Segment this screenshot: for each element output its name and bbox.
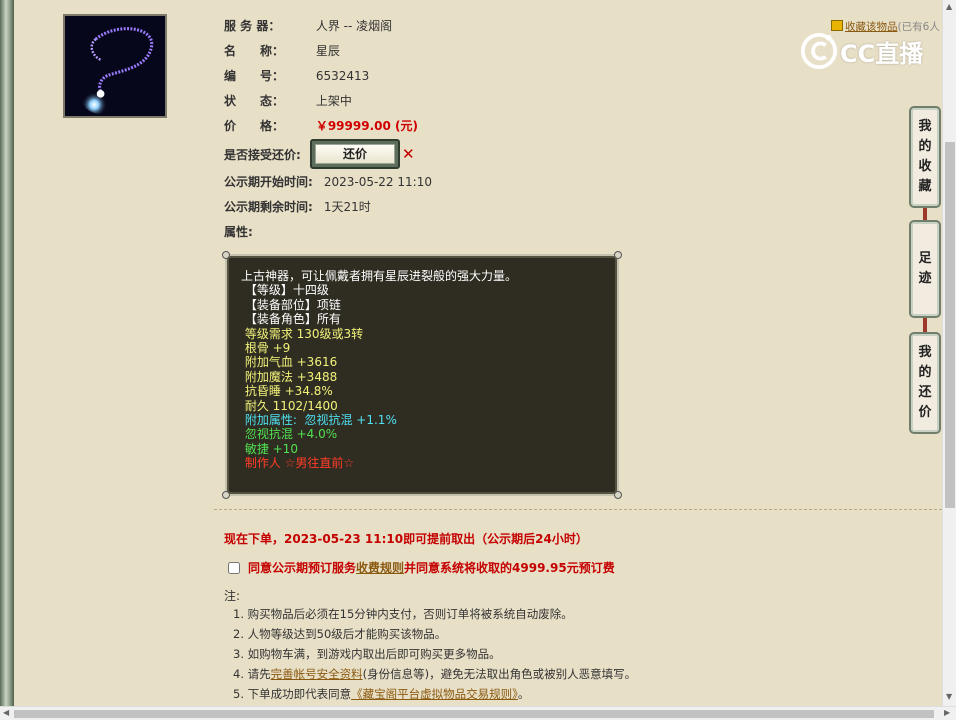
attribute-line: 附加魔法 +3488 — [241, 369, 338, 384]
trading-rules-link[interactable]: 《藏宝阁平台虚拟物品交易规则》 — [351, 687, 518, 701]
counter-label: 是否接受还价: — [224, 148, 301, 162]
item-image — [63, 14, 167, 118]
favorite-icon — [831, 20, 843, 31]
item-detail-page: 服 务 器： 人界 -- 凌烟阁 名 称： 星辰 编 号： 6532413 状 … — [14, 0, 942, 706]
id-value: 6532413 — [315, 69, 370, 83]
notes-title: 注: — [224, 589, 241, 603]
vertical-scroll-thumb[interactable] — [945, 142, 955, 508]
panel-corner — [222, 491, 230, 499]
note-text: (身份信息等)，避免无法取出角色或被别人恶意填写。 — [362, 667, 637, 681]
order-notice: 现在下单，2023-05-23 11:10即可提前取出（公示期后24小时） — [224, 532, 588, 546]
attribute-line: 上古神器，可让佩戴者拥有星辰进裂般的强大力量。 — [241, 269, 518, 283]
side-tab-footprints[interactable]: 足 迹 — [909, 220, 941, 318]
note-text: 。 — [517, 687, 530, 701]
panel-corner — [614, 251, 622, 259]
counter-offer-button[interactable]: 还价 — [310, 139, 400, 169]
attribute-line: 附加气血 +3616 — [241, 355, 338, 370]
side-tab-my-counteroffers[interactable]: 我 的 还 价 — [909, 332, 941, 434]
fee-rules-link[interactable]: 收费规则 — [356, 559, 404, 576]
server-value: 人界 -- 凌烟阁 — [315, 19, 393, 33]
server-row: 服 务 器： 人界 -- 凌烟阁 — [224, 17, 392, 35]
account-security-link[interactable]: 完善帐号安全资料 — [271, 667, 363, 681]
counter-offer-button-label: 还价 — [315, 144, 395, 164]
side-tab-char: 收 — [918, 159, 932, 174]
attribute-line: 【等级】十四级 — [241, 283, 329, 298]
panel-corner — [222, 251, 230, 259]
status-row: 状 态： 上架中 — [224, 92, 352, 110]
side-tab-char: 我 — [918, 345, 932, 360]
remaining-time-value: 1天21时 — [323, 200, 371, 214]
counter-row: 是否接受还价: — [224, 146, 312, 164]
attributes-row: 属性: — [224, 223, 312, 241]
attribute-line: 忽视抗混 +4.0% — [241, 427, 338, 442]
note-text: 5. 下单成功即代表同意 — [233, 687, 352, 701]
side-tab-char: 的 — [918, 139, 932, 154]
agree-prefix: 同意公示期预订服务 — [248, 561, 357, 575]
remaining-time-label: 公示期剩余时间: — [224, 200, 313, 214]
attribute-line: 等级需求 130级或3转 — [241, 326, 364, 341]
note-item: 3. 如购物车满，到游戏内取出后即可购买更多物品。 — [233, 646, 501, 662]
price-label: 价 格： — [224, 119, 285, 133]
attributes-panel: 上古神器，可让佩戴者拥有星辰进裂般的强大力量。 【等级】十四级 【装备部位】项链… — [222, 251, 622, 499]
price-row: 价 格： ￥99999.00 (元) — [224, 117, 418, 135]
cc-live-watermark: CC直播 — [800, 31, 940, 71]
agree-checkbox[interactable] — [228, 561, 240, 574]
necklace-icon — [67, 18, 163, 114]
start-time-label: 公示期开始时间: — [224, 175, 313, 189]
note-text: 2. 人物等级达到50级后才能购买该物品。 — [233, 627, 447, 641]
note-item: 5. 下单成功即代表同意《藏宝阁平台虚拟物品交易规则》。 — [233, 686, 529, 702]
server-label: 服 务 器： — [224, 19, 281, 33]
status-value: 上架中 — [315, 94, 352, 108]
panel-corner — [614, 491, 622, 499]
attributes-label: 属性: — [224, 225, 253, 239]
attribute-line: 【装备角色】所有 — [241, 312, 341, 327]
side-tab-char: 迹 — [918, 271, 932, 286]
watermark-text: CC直播 — [840, 39, 924, 68]
horizontal-scrollbar[interactable]: ◀ ▶ — [0, 706, 956, 720]
side-tab-my-favorites[interactable]: 我 的 收 藏 — [909, 106, 941, 208]
agree-suffix: 并同意系统将收取的4999.95元预订费 — [404, 561, 615, 575]
note-text: 1. 购买物品后必须在15分钟内支付，否则订单将被系统自动废除。 — [233, 607, 573, 621]
side-tab-char: 价 — [918, 405, 932, 420]
side-tab-char: 藏 — [918, 179, 932, 194]
scroll-left-icon[interactable]: ◀ — [3, 708, 9, 717]
side-tab-char: 足 — [918, 251, 932, 266]
left-frame-border — [0, 0, 14, 706]
section-divider — [214, 509, 942, 510]
scroll-down-icon[interactable]: ▼ — [946, 692, 952, 701]
side-tab-char: 还 — [918, 385, 932, 400]
note-text: 3. 如购物车满，到游戏内取出后即可购买更多物品。 — [233, 647, 501, 661]
agree-reservation[interactable]: 同意公示期预订服务 收费规则 并同意系统将收取的4999.95元预订费 — [228, 559, 615, 576]
attribute-line: 耐久 1102/1400 — [241, 398, 338, 413]
attribute-line: 【装备部位】项链 — [241, 297, 341, 312]
scroll-right-icon[interactable]: ▶ — [944, 708, 950, 717]
remaining-time-row: 公示期剩余时间: 1天21时 — [224, 198, 371, 216]
attribute-line: 根骨 +9 — [241, 341, 291, 356]
price-value: ￥99999.00 (元) — [315, 119, 418, 133]
note-item: 2. 人物等级达到50级后才能购买该物品。 — [233, 626, 446, 642]
id-row: 编 号： 6532413 — [224, 67, 369, 85]
horizontal-scroll-thumb[interactable] — [14, 710, 934, 718]
note-item: 4. 请先完善帐号安全资料(身份信息等)，避免无法取出角色或被别人恶意填写。 — [233, 666, 636, 682]
note-item: 1. 购买物品后必须在15分钟内支付，否则订单将被系统自动废除。 — [233, 606, 573, 622]
attribute-line: 附加属性: 忽视抗混 +1.1% — [241, 413, 397, 428]
side-tab-char: 我 — [918, 119, 932, 134]
cc-logo-icon — [800, 32, 838, 70]
start-time-value: 2023-05-22 11:10 — [323, 175, 432, 189]
name-row: 名 称： 星辰 — [224, 42, 340, 60]
name-value: 星辰 — [315, 44, 340, 58]
name-label: 名 称： — [224, 44, 285, 58]
attribute-line: 敏捷 +10 — [241, 441, 298, 456]
start-time-row: 公示期开始时间: 2023-05-22 11:10 — [224, 173, 432, 191]
id-label: 编 号： — [224, 69, 285, 83]
attribute-list: 上古神器，可让佩戴者拥有星辰进裂般的强大力量。 【等级】十四级 【装备部位】项链… — [241, 269, 603, 471]
note-text: 4. 请先 — [233, 667, 271, 681]
status-label: 状 态： — [224, 94, 285, 108]
not-accepted-icon: ✕ — [402, 145, 415, 163]
side-tab-char: 的 — [918, 365, 932, 380]
scroll-up-icon[interactable]: ▲ — [946, 2, 952, 11]
attribute-line: 制作人 ☆男往直前☆ — [241, 456, 355, 471]
vertical-scrollbar[interactable]: ▲ ▼ — [942, 0, 956, 706]
attribute-line: 抗昏睡 +34.8% — [241, 384, 333, 399]
